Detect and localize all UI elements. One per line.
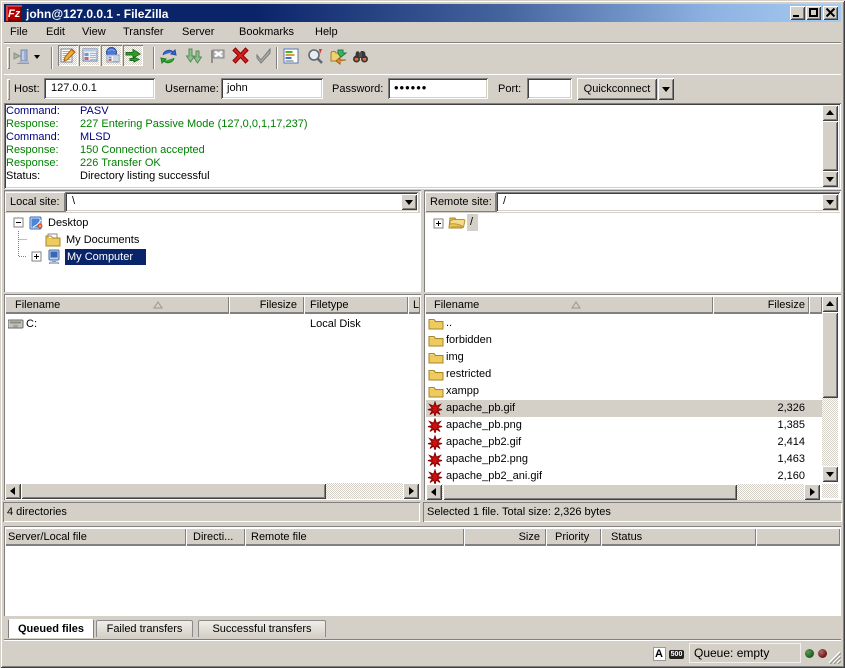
svg-text:Fz: Fz: [8, 8, 21, 20]
